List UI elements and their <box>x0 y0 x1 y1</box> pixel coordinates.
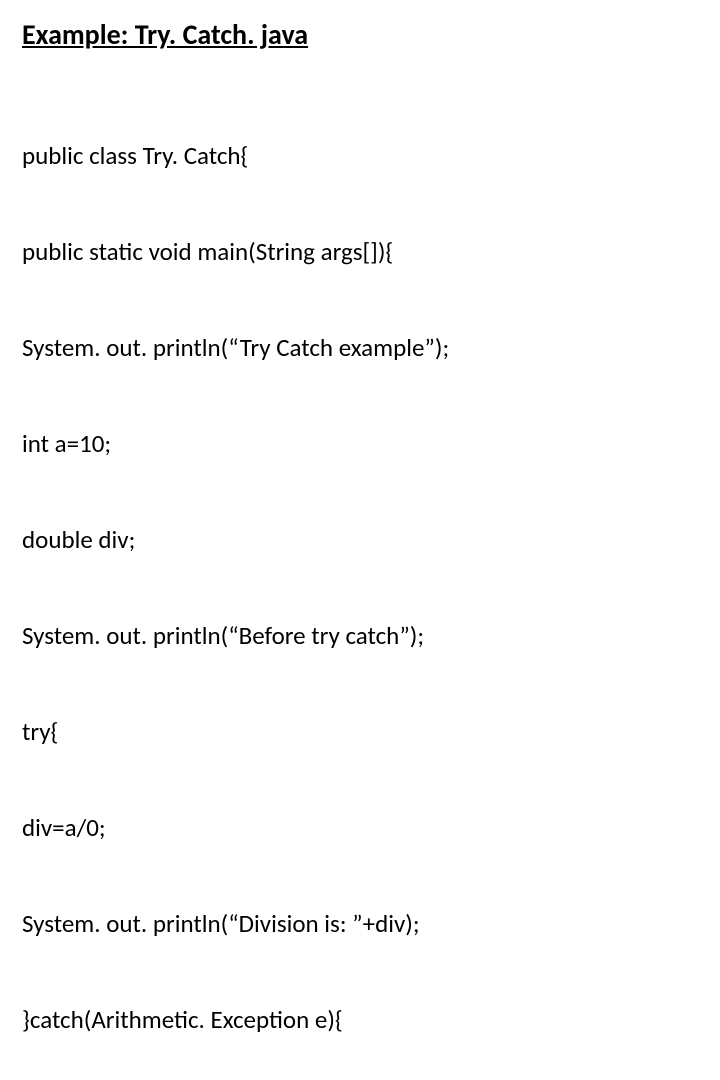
code-line: try{ <box>22 716 698 748</box>
code-line: System. out. println(“Division is: ”+div… <box>22 908 698 940</box>
code-line: System. out. println(“Before try catch”)… <box>22 620 698 652</box>
code-line: System. out. println(“Try Catch example”… <box>22 332 698 364</box>
code-line: public static void main(String args[]){ <box>22 236 698 268</box>
code-line: }catch(Arithmetic. Exception e){ <box>22 1004 698 1036</box>
code-line: div=a/0; <box>22 812 698 844</box>
code-line: public class Try. Catch{ <box>22 140 698 172</box>
code-line: int a=10; <box>22 428 698 460</box>
slide: Example: Try. Catch. java public class T… <box>0 0 720 540</box>
code-block: public class Try. Catch{ public static v… <box>22 76 698 1080</box>
slide-title: Example: Try. Catch. java <box>22 18 698 52</box>
